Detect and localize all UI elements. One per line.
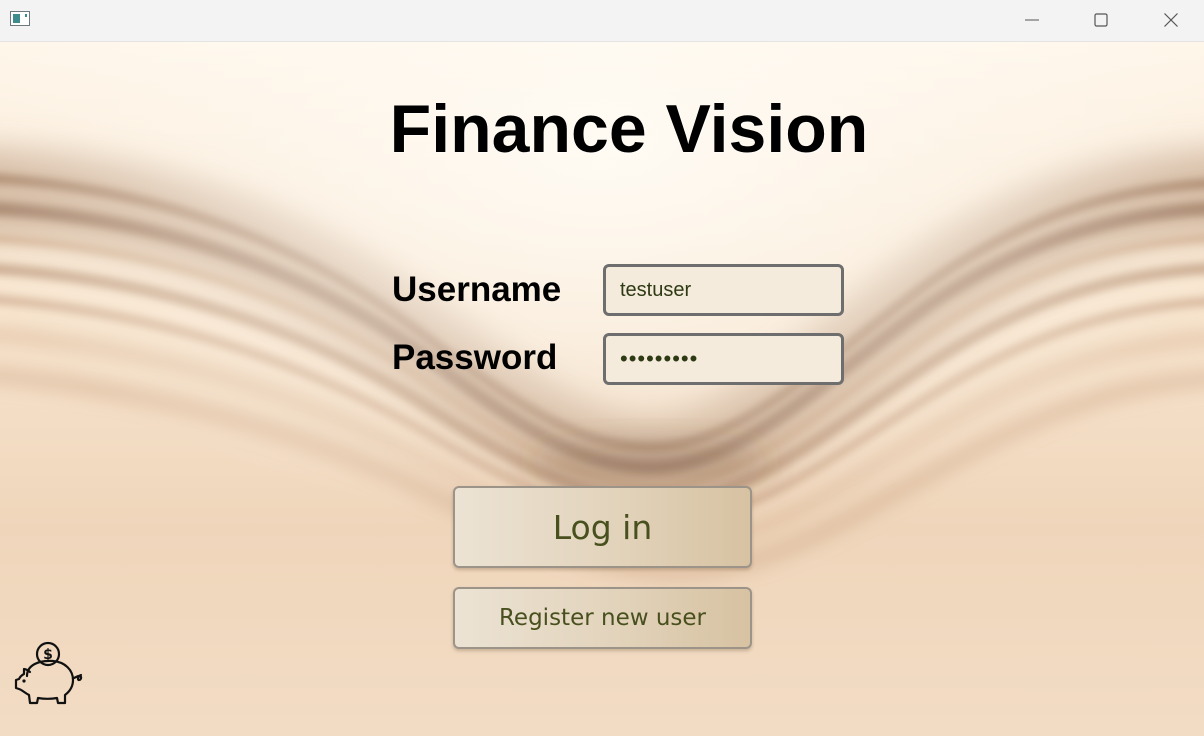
minimize-icon xyxy=(1025,19,1039,21)
app-window-icon xyxy=(10,11,30,26)
piggy-bank-icon: $ xyxy=(14,641,83,705)
username-label: Username xyxy=(392,270,562,309)
password-label: Password xyxy=(392,338,558,377)
app-title: Finance Vision xyxy=(389,91,869,167)
register-button[interactable]: Register new user xyxy=(453,587,752,649)
title-bar[interactable] xyxy=(0,0,1204,42)
close-icon xyxy=(1164,13,1178,27)
maximize-icon xyxy=(1094,13,1108,27)
login-screen: Finance Vision Username Password Log in … xyxy=(0,42,1204,736)
password-field[interactable] xyxy=(603,333,844,385)
svg-text:$: $ xyxy=(43,647,53,663)
close-button[interactable] xyxy=(1148,0,1194,40)
username-field[interactable] xyxy=(603,264,844,316)
app-window: Finance Vision Username Password Log in … xyxy=(0,0,1204,736)
minimize-button[interactable] xyxy=(1009,0,1055,40)
login-button[interactable]: Log in xyxy=(453,486,752,568)
maximize-button[interactable] xyxy=(1078,0,1124,40)
